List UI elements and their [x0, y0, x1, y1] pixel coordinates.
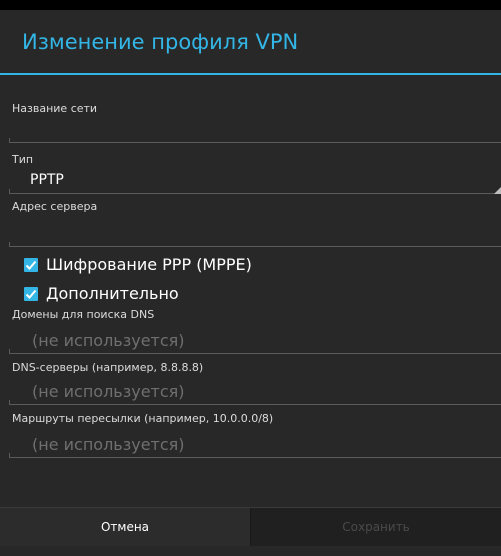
checkmark-icon	[25, 289, 37, 299]
type-spinner[interactable]: PPTP	[9, 166, 501, 194]
vpn-form: Название сети Тип PPTP Адрес сервера Шиф…	[0, 75, 501, 458]
routes-placeholder: (не используется)	[32, 435, 185, 454]
dialog-title: Изменение профиля VPN	[22, 29, 299, 54]
advanced-checkbox-label: Дополнительно	[46, 284, 179, 303]
dialog-button-bar: Отмена Сохранить	[0, 507, 501, 546]
network-name-field[interactable]	[9, 115, 501, 143]
advanced-checkbox[interactable]	[24, 286, 38, 301]
advanced-checkbox-row[interactable]: Дополнительно	[12, 281, 501, 306]
dns-search-underline	[9, 349, 501, 354]
dns-servers-placeholder: (не используется)	[32, 382, 185, 401]
dns-servers-underline	[9, 400, 501, 405]
network-name-label: Название сети	[12, 102, 98, 115]
dialog-title-bar: Изменение профиля VPN	[0, 10, 501, 73]
server-address-underline	[9, 242, 501, 247]
dns-search-placeholder: (не используется)	[32, 331, 185, 350]
dns-servers-label: DNS-серверы (например, 8.8.8.8)	[12, 361, 204, 374]
type-underline	[9, 189, 501, 194]
network-name-underline	[9, 138, 501, 143]
dns-search-label: Домены для поиска DNS	[12, 308, 155, 321]
server-address-field[interactable]	[9, 213, 501, 247]
dns-servers-field[interactable]: (не используется)	[9, 374, 501, 405]
type-label: Тип	[12, 153, 34, 166]
type-value: PPTP	[30, 172, 64, 188]
spinner-arrow-icon	[494, 187, 501, 194]
save-button[interactable]: Сохранить	[251, 508, 501, 546]
checkmark-icon	[25, 260, 37, 270]
mppe-checkbox-row[interactable]: Шифрование PPP (MPPE)	[12, 252, 501, 277]
cancel-button[interactable]: Отмена	[0, 508, 251, 546]
mppe-checkbox[interactable]	[24, 257, 38, 272]
vpn-profile-dialog: Изменение профиля VPN Название сети Тип …	[0, 10, 501, 556]
server-address-label: Адрес сервера	[12, 200, 98, 213]
routes-underline	[9, 453, 501, 458]
dns-search-field[interactable]: (не используется)	[9, 321, 501, 354]
mppe-checkbox-label: Шифрование PPP (MPPE)	[46, 255, 252, 274]
routes-label: Маршруты пересылки (например, 10.0.0.0/8…	[12, 412, 274, 425]
routes-field[interactable]: (не используется)	[9, 425, 501, 458]
